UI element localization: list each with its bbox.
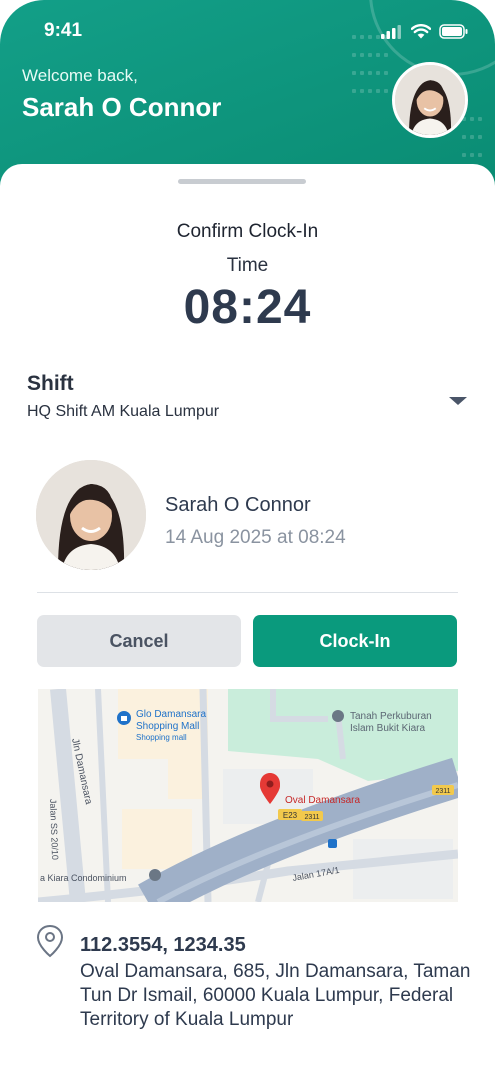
decorative-dots <box>460 110 490 164</box>
header-banner: 9:41 Welcome back, Sarah O Connor <box>0 0 495 190</box>
mall-label-line1: Glo Damansara <box>136 709 206 720</box>
profile-datetime: 14 Aug 2025 at 08:24 <box>165 527 346 548</box>
divider <box>37 592 458 593</box>
bus-stop-icon[interactable] <box>328 839 337 848</box>
pin-dot <box>266 780 274 788</box>
location-coordinates: 112.3554, 1234.35 <box>80 934 246 956</box>
route-label-2311: 2311 <box>304 814 319 821</box>
pin-label: Oval Damansara <box>285 795 360 806</box>
confirm-sheet: Confirm Clock-In Time 08:24 Shift HQ Shi… <box>0 164 495 1071</box>
shift-label: Shift <box>27 372 74 395</box>
chevron-down-icon[interactable] <box>449 397 467 405</box>
mall-type-label: Shopping mall <box>136 733 187 742</box>
route-label-e23: E23 <box>283 811 298 820</box>
welcome-text: Welcome back, <box>22 66 138 85</box>
location-address: Oval Damansara, 685, Jln Damansara, Tama… <box>80 961 471 1030</box>
confirm-title: Confirm Clock-In <box>176 221 319 242</box>
profile-portrait <box>36 460 146 570</box>
status-icons <box>381 24 469 39</box>
time-value: 08:24 <box>183 281 312 334</box>
sheet-handle[interactable] <box>178 179 306 184</box>
route-label-2311: 2311 <box>435 788 450 795</box>
user-name: Sarah O Connor <box>22 92 222 122</box>
signal-icon <box>381 24 401 39</box>
building-block <box>122 809 192 869</box>
clock-in-button[interactable]: Clock-In <box>253 615 457 667</box>
road-label-ss20: Jalan SS 20/10 <box>48 799 60 860</box>
shopping-bag-glyph <box>121 716 127 721</box>
mall-label-line2: Shopping Mall <box>136 721 199 732</box>
battery-icon <box>439 24 468 39</box>
cemetery-label-line2: Islam Bukit Kiara <box>350 723 425 734</box>
condo-poi-icon[interactable] <box>149 869 161 881</box>
avatar-portrait <box>395 65 465 135</box>
cemetery-label-line1: Tanah Perkuburan <box>350 711 432 722</box>
cancel-button[interactable]: Cancel <box>37 615 241 667</box>
condo-label: a Kiara Condominium <box>40 873 127 883</box>
time-label: Time <box>226 255 269 276</box>
location-pin-icon <box>36 924 64 958</box>
status-time: 9:41 <box>44 20 83 41</box>
map-canvas: E23 2311 2311 Glo Damansara Shopping Mal… <box>38 689 458 902</box>
location-map[interactable]: E23 2311 2311 Glo Damansara Shopping Mal… <box>38 689 458 902</box>
wifi-icon <box>411 24 431 39</box>
shift-value: HQ Shift AM Kuala Lumpur <box>27 403 220 420</box>
profile-name: Sarah O Connor <box>165 494 311 516</box>
profile-avatar <box>36 460 146 570</box>
building-block <box>353 839 453 899</box>
avatar[interactable] <box>392 62 468 138</box>
cemetery-poi-icon[interactable] <box>332 710 344 722</box>
